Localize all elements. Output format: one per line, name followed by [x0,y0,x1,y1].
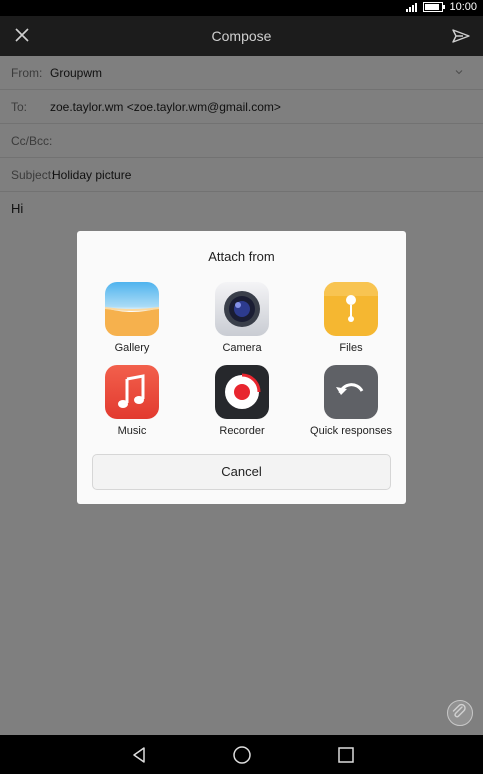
status-bar: 10:00 [0,0,483,16]
send-icon[interactable] [451,26,471,46]
page-title: Compose [211,28,272,44]
option-label: Recorder [219,425,265,437]
option-label: Files [339,342,363,354]
quick-responses-icon [324,365,378,419]
option-label: Quick responses [310,425,392,437]
app-bar: Compose [0,16,483,56]
files-icon [324,282,378,336]
camera-icon [215,282,269,336]
home-icon[interactable] [232,745,252,765]
option-label: Music [117,425,147,437]
recents-icon[interactable] [336,745,356,765]
recorder-icon [215,365,269,419]
gallery-icon [105,282,159,336]
status-time: 10:00 [449,1,477,13]
option-label: Camera [222,342,262,354]
back-icon[interactable] [129,745,149,765]
attach-option-quick-responses[interactable]: Quick responses [296,365,406,437]
navigation-bar [0,735,483,774]
music-icon [105,365,159,419]
paperclip-icon [452,703,466,718]
attach-option-files[interactable]: Files [296,282,406,354]
attach-option-recorder[interactable]: Recorder [187,365,297,437]
attach-option-gallery[interactable]: Gallery [77,282,187,354]
dialog-title: Attach from [208,249,275,264]
attach-option-music[interactable]: Music [77,365,187,437]
option-label: Gallery [114,342,150,354]
attach-button[interactable] [447,700,473,726]
status-icons: 10:00 [406,1,477,13]
attach-option-camera[interactable]: Camera [187,282,297,354]
battery-icon [423,2,446,12]
signal-icon [406,2,418,12]
attach-dialog: Attach from Gallery Camera Files Music R… [77,231,406,504]
cancel-button[interactable]: Cancel [92,454,391,490]
